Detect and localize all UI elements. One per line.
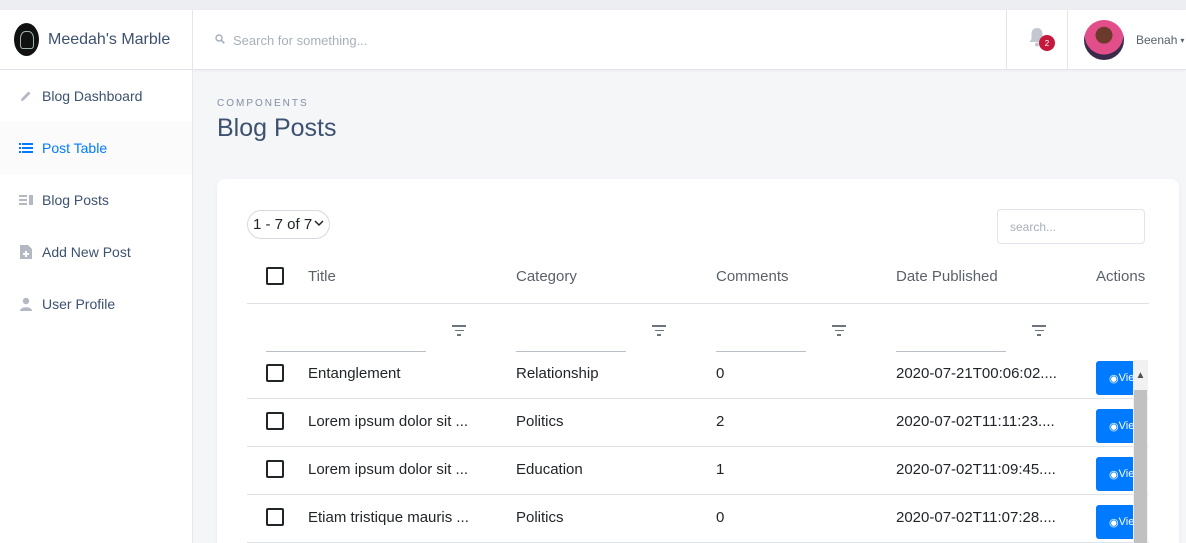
view-button[interactable]: ◉View <box>1096 409 1136 443</box>
posts-table-card: 1 - 7 of 7 Title Category Comments Date … <box>217 179 1179 543</box>
table-row[interactable]: Etiam tristique mauris ... Politics 0 20… <box>247 495 1149 543</box>
user-name: Beenah <box>1136 33 1178 47</box>
scrollbar-thumb[interactable] <box>1134 390 1147 543</box>
view-button[interactable]: ◉View <box>1096 505 1136 539</box>
sidebar-item-blog-posts[interactable]: Blog Posts <box>0 174 192 226</box>
cell-date: 2020-07-02T11:11:23.... <box>896 413 1055 430</box>
sidebar-item-label: User Profile <box>42 296 116 312</box>
person-icon <box>19 297 33 311</box>
column-header-title[interactable]: Title <box>308 268 336 285</box>
window-top-strip <box>0 0 1186 10</box>
bell-icon: 2 <box>1028 27 1055 53</box>
user-menu[interactable]: Beenah ▾ <box>1084 10 1184 70</box>
eye-icon: ◉ <box>1109 372 1119 385</box>
page-title: Blog Posts <box>217 114 337 142</box>
pencil-icon <box>19 89 33 103</box>
sidebar-item-blog-dashboard[interactable]: Blog Dashboard <box>0 70 192 122</box>
sidebar-item-label: Blog Posts <box>42 192 109 208</box>
row-checkbox[interactable] <box>266 412 284 430</box>
cell-comments: 0 <box>716 509 725 526</box>
view-button[interactable]: ◉View <box>1096 457 1136 491</box>
scroll-up-arrow-icon[interactable]: ▲ <box>1133 360 1148 390</box>
column-header-actions: Actions <box>1096 268 1146 285</box>
view-button[interactable]: ◉View <box>1096 361 1136 395</box>
brand-name: Meedah's Marble <box>48 30 171 48</box>
table-row[interactable]: Lorem ipsum dolor sit ... Education 1 20… <box>247 447 1149 495</box>
notification-badge: 2 <box>1039 35 1055 51</box>
filter-icon[interactable] <box>452 325 466 337</box>
posts-icon <box>19 193 33 207</box>
search-input[interactable] <box>233 32 633 48</box>
cell-comments: 2 <box>716 413 725 430</box>
search-icon <box>215 33 225 47</box>
cell-date: 2020-07-02T11:09:45.... <box>896 461 1056 478</box>
sidebar-item-label: Add New Post <box>42 244 131 260</box>
cell-category: Politics <box>516 413 564 430</box>
brand[interactable]: Meedah's Marble <box>0 10 192 70</box>
filter-icon[interactable] <box>652 325 666 337</box>
page-subtitle: COMPONENTS <box>217 98 309 109</box>
select-all-checkbox[interactable] <box>266 267 284 285</box>
eye-icon: ◉ <box>1109 420 1119 433</box>
sidebar-item-label: Post Table <box>42 140 108 156</box>
pagination-label: 1 - 7 of 7 <box>253 216 313 233</box>
column-header-category[interactable]: Category <box>516 268 577 285</box>
top-navbar: 2 Beenah ▾ <box>193 10 1186 70</box>
note-add-icon <box>19 245 33 259</box>
cell-title: Lorem ipsum dolor sit ... <box>308 461 469 478</box>
table-search-input[interactable] <box>997 209 1145 244</box>
caret-down-icon: ▾ <box>1180 35 1185 45</box>
column-header-comments[interactable]: Comments <box>716 268 789 285</box>
cell-date: 2020-07-21T00:06:02.... <box>896 365 1057 382</box>
table-scrollbar[interactable]: ▲ <box>1133 360 1148 543</box>
avatar <box>1084 20 1124 60</box>
sidebar-item-user-profile[interactable]: User Profile <box>0 278 192 330</box>
chevron-down-icon <box>314 219 324 230</box>
sidebar: Meedah's Marble Blog Dashboard Post Tabl… <box>0 10 193 543</box>
pagination-select[interactable]: 1 - 7 of 7 <box>247 210 331 239</box>
header-search <box>215 10 633 70</box>
cell-category: Relationship <box>516 365 599 382</box>
eye-icon: ◉ <box>1109 468 1119 481</box>
table-row[interactable]: Entanglement Relationship 0 2020-07-21T0… <box>247 351 1149 399</box>
row-checkbox[interactable] <box>266 460 284 478</box>
sidebar-item-add-new-post[interactable]: Add New Post <box>0 226 192 278</box>
filter-icon[interactable] <box>832 325 846 337</box>
header-divider <box>247 303 1149 304</box>
column-header-date-published[interactable]: Date Published <box>896 268 998 285</box>
cell-comments: 0 <box>716 365 725 382</box>
cell-title: Etiam tristique mauris ... <box>308 509 469 526</box>
sidebar-item-label: Blog Dashboard <box>42 88 143 104</box>
cell-date: 2020-07-02T11:07:28.... <box>896 509 1056 526</box>
sidebar-item-post-table[interactable]: Post Table <box>0 122 192 174</box>
cell-category: Politics <box>516 509 564 526</box>
cell-title: Lorem ipsum dolor sit ... <box>308 413 469 430</box>
table-row[interactable]: Lorem ipsum dolor sit ... Politics 2 202… <box>247 399 1149 447</box>
notifications-button[interactable]: 2 <box>1006 10 1068 70</box>
cell-category: Education <box>516 461 583 478</box>
brand-logo <box>14 23 39 56</box>
row-checkbox[interactable] <box>266 364 284 382</box>
cell-comments: 1 <box>716 461 725 478</box>
eye-icon: ◉ <box>1109 516 1119 529</box>
list-icon <box>19 141 33 155</box>
cell-title: Entanglement <box>308 365 401 382</box>
row-checkbox[interactable] <box>266 508 284 526</box>
filter-icon[interactable] <box>1032 325 1046 337</box>
